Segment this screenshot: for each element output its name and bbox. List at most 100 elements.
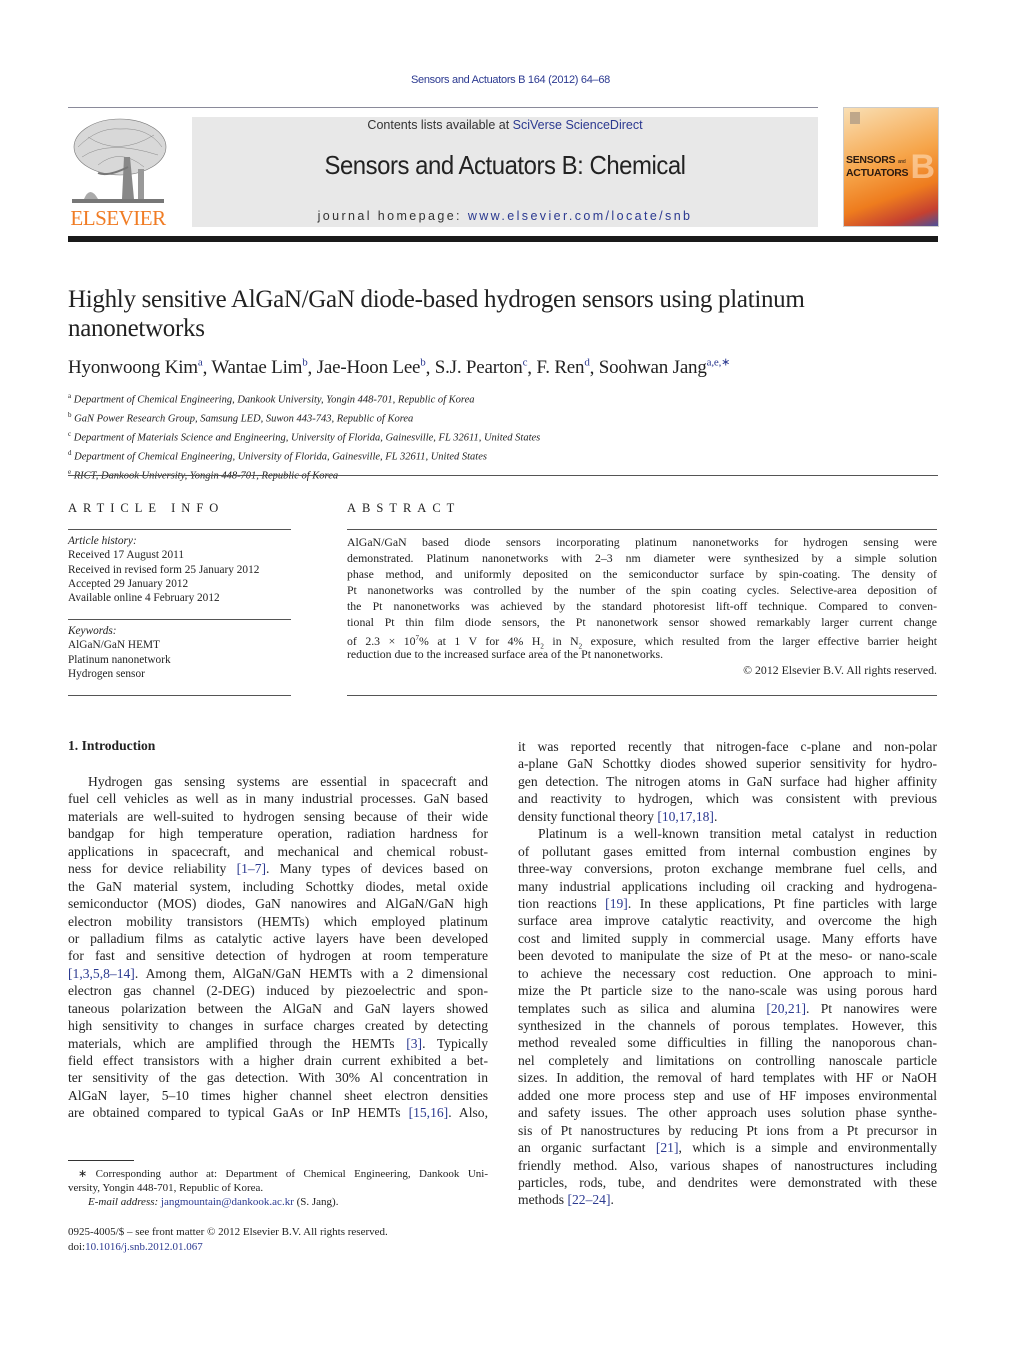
body-line: tion reactions [19]. In these applicatio… (518, 895, 937, 912)
affiliation-marker: d (68, 449, 72, 457)
body-text-run: density functional theory (518, 808, 658, 824)
journal-cover-thumbnail[interactable]: B SENSORS and ACTUATORS (843, 107, 939, 227)
doi-line: doi:10.1016/j.snb.2012.01.067 (68, 1240, 508, 1255)
author-affiliation-ref[interactable]: a,e,∗ (707, 357, 731, 369)
keyword[interactable]: Platinum nanonetwork (68, 653, 291, 667)
body-text-run: materials, which are amplified through t… (68, 1035, 407, 1051)
reference-link[interactable]: [10,17,18] (657, 809, 714, 824)
body-line: surface area improve catalytic reactivit… (518, 913, 937, 929)
sciencedirect-link[interactable]: SciVerse ScienceDirect (513, 118, 643, 132)
elsevier-wordmark: ELSEVIER (70, 206, 166, 230)
body-line: added one more process step and use of H… (518, 1087, 937, 1103)
footnote-line: versity, Yongin 448-701, Republic of Kor… (68, 1182, 264, 1195)
body-line: synthesized in the channels of porous te… (518, 1018, 937, 1033)
history-label: Article history: (68, 535, 137, 547)
body-text-run: are obtained compared to typical GaAs or… (68, 1105, 409, 1121)
author[interactable]: Hyonwoong Kima (68, 357, 203, 378)
body-line: the GaN material system, including Schot… (68, 878, 488, 894)
author-affiliation-ref[interactable]: d (584, 357, 590, 369)
body-line: and reactivity to hydrogen, which was co… (518, 791, 937, 807)
body-line: semiconductor (MOS) diodes, GaN nanowire… (68, 896, 488, 912)
affiliation-rule (68, 475, 938, 476)
citation-link[interactable]: Sensors and Actuators B 164 (2012) 64–68 (411, 74, 610, 86)
contents-line: Contents lists available at SciVerse Sci… (192, 118, 818, 132)
body-line: density functional theory [10,17,18]. (518, 808, 937, 825)
body-line: cost and limited supply in commercial us… (518, 930, 937, 946)
keyword[interactable]: Hydrogen sensor (68, 667, 291, 681)
body-line: Platinum is a well-known transition meta… (538, 826, 937, 842)
body-line: to achieve the necessary cost reduction.… (518, 965, 937, 981)
reference-link[interactable]: [1,3,5,8–14] (68, 966, 135, 981)
article-info-rule-top (68, 529, 291, 530)
article-info-heading: ARTICLE INFO (68, 501, 225, 515)
author[interactable]: Wantae Limb (211, 357, 307, 378)
reference-link[interactable]: [1–7] (237, 861, 266, 876)
body-line: particles, rods, tube, and dendrites wer… (518, 1174, 937, 1190)
abstract-copyright: © 2012 Elsevier B.V. All rights reserved… (743, 663, 937, 677)
body-text-run: ness for device reliability (68, 861, 237, 877)
cover-title-and: and (897, 159, 906, 165)
body-line: friendly method. Also, various shapes of… (518, 1157, 937, 1173)
body-text-run: , which is a simple and environmentally (678, 1140, 938, 1156)
abstract-text: AlGaN/GaN based diode sensors incorporat… (347, 534, 937, 678)
affiliation-text: Department of Chemical Engineering, Dank… (73, 394, 475, 406)
journal-citation[interactable]: Sensors and Actuators B 164 (2012) 64–68 (0, 74, 1021, 86)
body-column-right: it was reported recently that nitrogen-f… (518, 738, 937, 1209)
affiliation-marker: a (68, 392, 72, 400)
body-line: materials are well-suited to hydrogen se… (68, 808, 488, 824)
body-text-run: an organic surfactant (518, 1140, 656, 1156)
footnote-line: ∗ Corresponding author at: Department of… (78, 1168, 488, 1180)
abstract-rule-bottom (347, 695, 937, 696)
body-text-run: tion reactions (518, 895, 606, 911)
homepage-prefix: journal homepage: (317, 209, 468, 223)
author-affiliation-ref[interactable]: c (523, 357, 528, 369)
body-line: high sensitivity to changes in surface c… (68, 1018, 488, 1034)
body-line: for fast and sensitive detection of hydr… (68, 948, 488, 964)
body-line: method revealed some difficulties in fil… (518, 1035, 937, 1051)
email-label: E-mail address: (88, 1196, 161, 1209)
body-line: fuel cell vehicles as well as in many in… (68, 791, 488, 807)
author[interactable]: Soohwan Janga,e,∗ (599, 357, 731, 378)
author-name: Wantae Lim (211, 357, 303, 379)
body-line: or palladium films as catalytic active l… (68, 930, 488, 946)
body-line: materials, which are amplified through t… (68, 1035, 488, 1052)
homepage-link[interactable]: www.elsevier.com/locate/snb (468, 209, 693, 223)
keyword[interactable]: AlGaN/GaN HEMT (68, 638, 291, 652)
section-heading-introduction: 1. Introduction (68, 738, 156, 753)
body-line: it was reported recently that nitrogen-f… (518, 739, 937, 754)
body-text-run: . (610, 1192, 614, 1208)
reference-link[interactable]: [21] (656, 1140, 679, 1155)
abstract-line: AlGaN/GaN based diode sensors incorporat… (347, 535, 937, 549)
body-line: a-plane GaN Schottky diodes showed super… (518, 756, 937, 772)
affiliation: b GaN Power Research Group, Samsung LED,… (68, 408, 948, 427)
author-name: Hyonwoong Kim (68, 357, 198, 379)
author-affiliation-ref[interactable]: b (420, 357, 426, 369)
body-line: Hydrogen gas sensing systems are essenti… (88, 774, 488, 789)
affiliation-text: GaN Power Research Group, Samsung LED, S… (74, 413, 414, 425)
author-affiliation-ref[interactable]: a (198, 357, 203, 369)
author[interactable]: Jae-Hoon Leeb (317, 357, 426, 378)
author[interactable]: S.J. Peartonc (435, 357, 528, 378)
cover-title-line1: SENSORS (846, 154, 896, 166)
reference-link[interactable]: [3] (406, 1036, 422, 1051)
reference-link[interactable]: [15,16] (409, 1105, 449, 1120)
email-link[interactable]: jangmountain@dankook.ac.kr (161, 1196, 294, 1208)
abstract-rule-top (347, 529, 937, 530)
body-line: of pollutant gases emitted from internal… (518, 843, 937, 859)
abstract-heading: ABSTRACT (347, 501, 461, 515)
doi-link[interactable]: 10.1016/j.snb.2012.01.067 (85, 1241, 203, 1253)
header-thick-rule (68, 236, 938, 242)
article-info-rule-bottom (68, 695, 291, 696)
author-affiliation-ref[interactable]: b (302, 357, 308, 369)
affiliation: a Department of Chemical Engineering, Da… (68, 389, 948, 408)
reference-link[interactable]: [20,21] (766, 1001, 806, 1016)
reference-link[interactable]: [19] (605, 896, 628, 911)
abstract-line: the Pt nanonetworks was achieved by the … (347, 599, 937, 613)
reference-link[interactable]: [22–24] (567, 1192, 610, 1207)
email-suffix: (S. Jang). (293, 1196, 339, 1209)
body-text-run: . In these applications, Pt fine particl… (627, 895, 937, 911)
article-title: Highly sensitive AlGaN/GaN diode-based h… (68, 285, 948, 343)
article-info-rule-mid (68, 619, 291, 620)
author[interactable]: F. Rend (536, 357, 589, 378)
body-line: applications in spacecraft, and mechanic… (68, 843, 488, 859)
